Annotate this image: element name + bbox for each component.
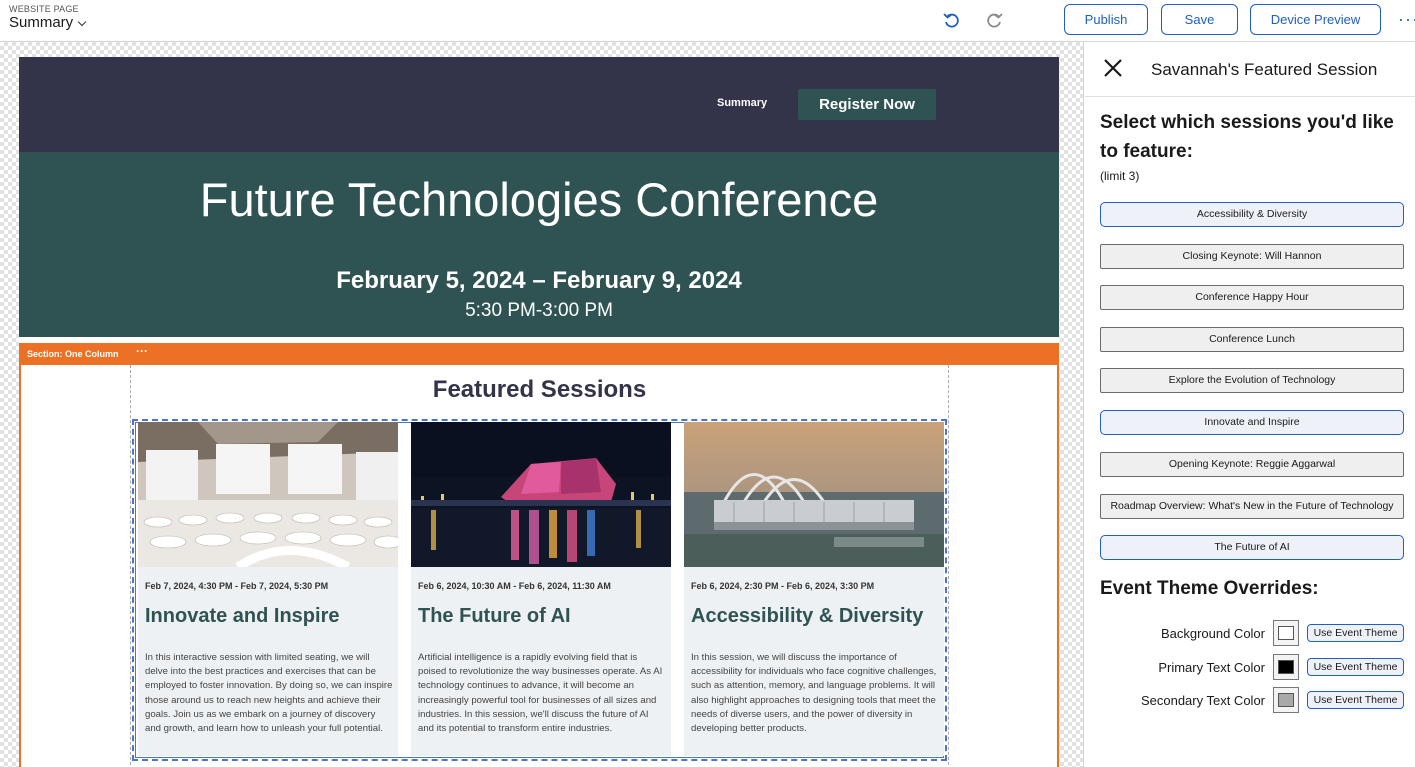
panel-title: Savannah's Featured Session: [1151, 60, 1378, 79]
session-option-conference-lunch[interactable]: Conference Lunch: [1100, 327, 1404, 352]
session-option-accessibility-diversity[interactable]: Accessibility & Diversity: [1100, 202, 1404, 227]
chevron-down-icon: [77, 17, 87, 26]
featured-sessions-block[interactable]: Featured Sessions Feb 7, 2024, 4:30 PM -…: [130, 365, 949, 767]
session-option-roadmap-overview-what-s-new-in-the-future-of-technology[interactable]: Roadmap Overview: What's New in the Futu…: [1100, 494, 1404, 519]
night-city-image: [411, 422, 671, 567]
settings-panel: Savannah's Featured Session Select which…: [1085, 42, 1415, 767]
section-menu-icon[interactable]: ···: [136, 344, 148, 358]
theme-row-label: Background Color: [1160, 626, 1265, 641]
close-icon[interactable]: [1103, 58, 1123, 78]
theme-row-label: Secondary Text Color: [1140, 693, 1265, 708]
theme-row-primary-text-color: Primary Text Color Use Event Theme: [1085, 654, 1415, 680]
session-option-explore-the-evolution-of-technology[interactable]: Explore the Evolution of Technology: [1100, 368, 1404, 393]
device-preview-button[interactable]: Device Preview: [1250, 4, 1381, 35]
panel-header: Savannah's Featured Session: [1085, 42, 1415, 97]
use-event-theme-button[interactable]: Use Event Theme: [1307, 624, 1404, 642]
hero-banner: Future Technologies Conference February …: [19, 152, 1059, 340]
theme-row-label: Primary Text Color: [1158, 660, 1265, 675]
session-date: Feb 6, 2024, 10:30 AM - Feb 6, 2024, 11:…: [418, 581, 611, 591]
undo-icon[interactable]: [940, 9, 964, 33]
session-date: Feb 7, 2024, 4:30 PM - Feb 7, 2024, 5:30…: [145, 581, 329, 591]
session-title: Accessibility & Diversity: [691, 605, 924, 627]
page-name: Summary: [9, 14, 74, 31]
session-card[interactable]: Feb 6, 2024, 10:30 AM - Feb 6, 2024, 11:…: [411, 422, 671, 756]
session-option-conference-happy-hour[interactable]: Conference Happy Hour: [1100, 285, 1404, 310]
color-swatch: [1278, 660, 1294, 674]
nav-link-summary[interactable]: Summary: [717, 97, 767, 109]
page-selector[interactable]: Summary: [9, 14, 87, 31]
editor-canvas: Summary Register Now Future Technologies…: [0, 42, 1084, 767]
session-cards[interactable]: Feb 7, 2024, 4:30 PM - Feb 7, 2024, 5:30…: [132, 419, 947, 761]
session-title: Innovate and Inspire: [145, 605, 340, 627]
publish-button[interactable]: Publish: [1064, 4, 1148, 35]
session-select-heading: Select which sessions you'd like to feat…: [1100, 112, 1394, 162]
site-navbar: Summary Register Now: [19, 57, 1059, 152]
use-event-theme-button[interactable]: Use Event Theme: [1307, 691, 1404, 709]
session-option-opening-keynote-reggie-aggarwal[interactable]: Opening Keynote: Reggie Aggarwal: [1100, 452, 1404, 477]
register-now-button[interactable]: Register Now: [798, 89, 936, 120]
session-option-closing-keynote-will-hannon[interactable]: Closing Keynote: Will Hannon: [1100, 244, 1404, 269]
session-card[interactable]: Feb 7, 2024, 4:30 PM - Feb 7, 2024, 5:30…: [138, 422, 398, 756]
session-title: The Future of AI: [418, 605, 571, 627]
theme-row-secondary-text-color: Secondary Text Color Use Event Theme: [1085, 687, 1415, 713]
color-picker-button[interactable]: [1273, 654, 1299, 680]
page-caption: WEBSITE PAGE: [9, 4, 79, 14]
color-picker-button[interactable]: [1273, 687, 1299, 713]
conference-room-image: [138, 422, 398, 567]
session-option-the-future-of-ai[interactable]: The Future of AI: [1100, 535, 1404, 560]
section-body: Featured Sessions Feb 7, 2024, 4:30 PM -…: [19, 365, 1059, 767]
website-preview: Summary Register Now Future Technologies…: [19, 57, 1059, 767]
hero-dates: February 5, 2024 – February 9, 2024: [336, 267, 742, 294]
theme-row-background-color: Background Color Use Event Theme: [1085, 620, 1415, 646]
session-date: Feb 6, 2024, 2:30 PM - Feb 6, 2024, 3:30…: [691, 581, 875, 591]
use-event-theme-button[interactable]: Use Event Theme: [1307, 658, 1404, 676]
section-toolbar[interactable]: Section: One Column ···: [19, 343, 1059, 365]
convention-center-image: [684, 422, 944, 567]
featured-sessions-title: Featured Sessions: [432, 376, 647, 403]
session-option-innovate-and-inspire[interactable]: Innovate and Inspire: [1100, 410, 1404, 435]
session-card[interactable]: Feb 6, 2024, 2:30 PM - Feb 6, 2024, 3:30…: [684, 422, 944, 756]
hero-time: 5:30 PM-3:00 PM: [465, 300, 613, 321]
theme-overrides-heading: Event Theme Overrides:: [1100, 578, 1319, 599]
top-toolbar: WEBSITE PAGE Summary Publish Save Device…: [0, 0, 1415, 42]
session-description: In this session, we will discuss the imp…: [691, 652, 937, 735]
redo-icon[interactable]: [982, 9, 1006, 33]
limit-note: (limit 3): [1100, 169, 1140, 183]
session-description: Artificial intelligence is a rapidly evo…: [418, 652, 663, 735]
color-swatch: [1278, 626, 1294, 640]
save-button[interactable]: Save: [1161, 4, 1238, 35]
section-label: Section: One Column: [27, 349, 119, 359]
more-options-icon[interactable]: ···: [1398, 10, 1415, 28]
session-description: In this interactive session with limited…: [145, 652, 393, 735]
hero-title: Future Technologies Conference: [199, 173, 879, 226]
color-swatch: [1278, 693, 1294, 707]
color-picker-button[interactable]: [1273, 620, 1299, 646]
